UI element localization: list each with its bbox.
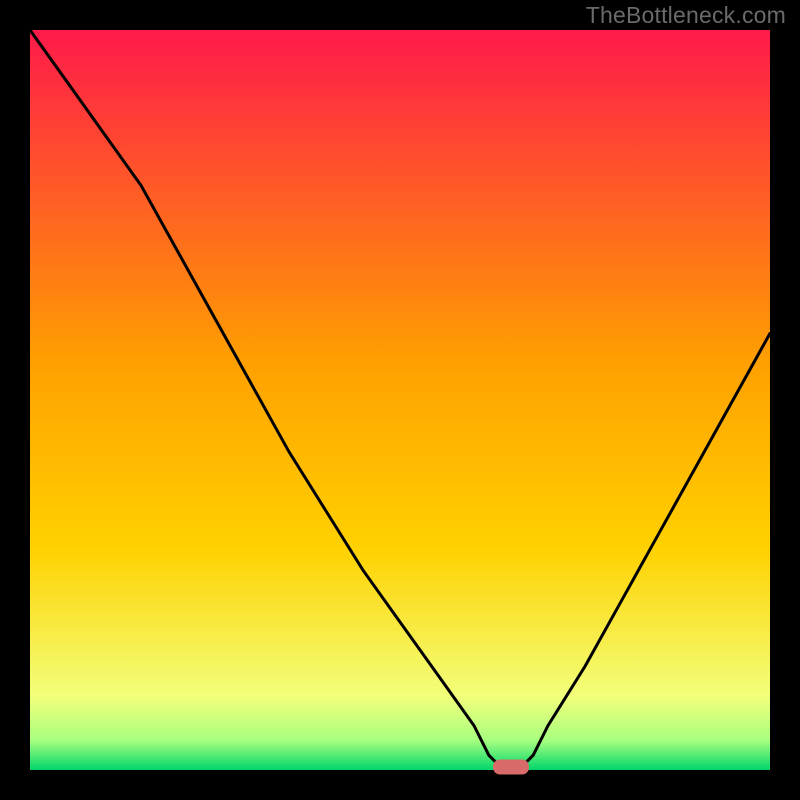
chart-svg — [30, 30, 770, 770]
gradient-background — [30, 30, 770, 770]
watermark-text: TheBottleneck.com — [586, 2, 786, 29]
plot-area — [30, 30, 770, 770]
chart-frame: TheBottleneck.com — [0, 0, 800, 800]
